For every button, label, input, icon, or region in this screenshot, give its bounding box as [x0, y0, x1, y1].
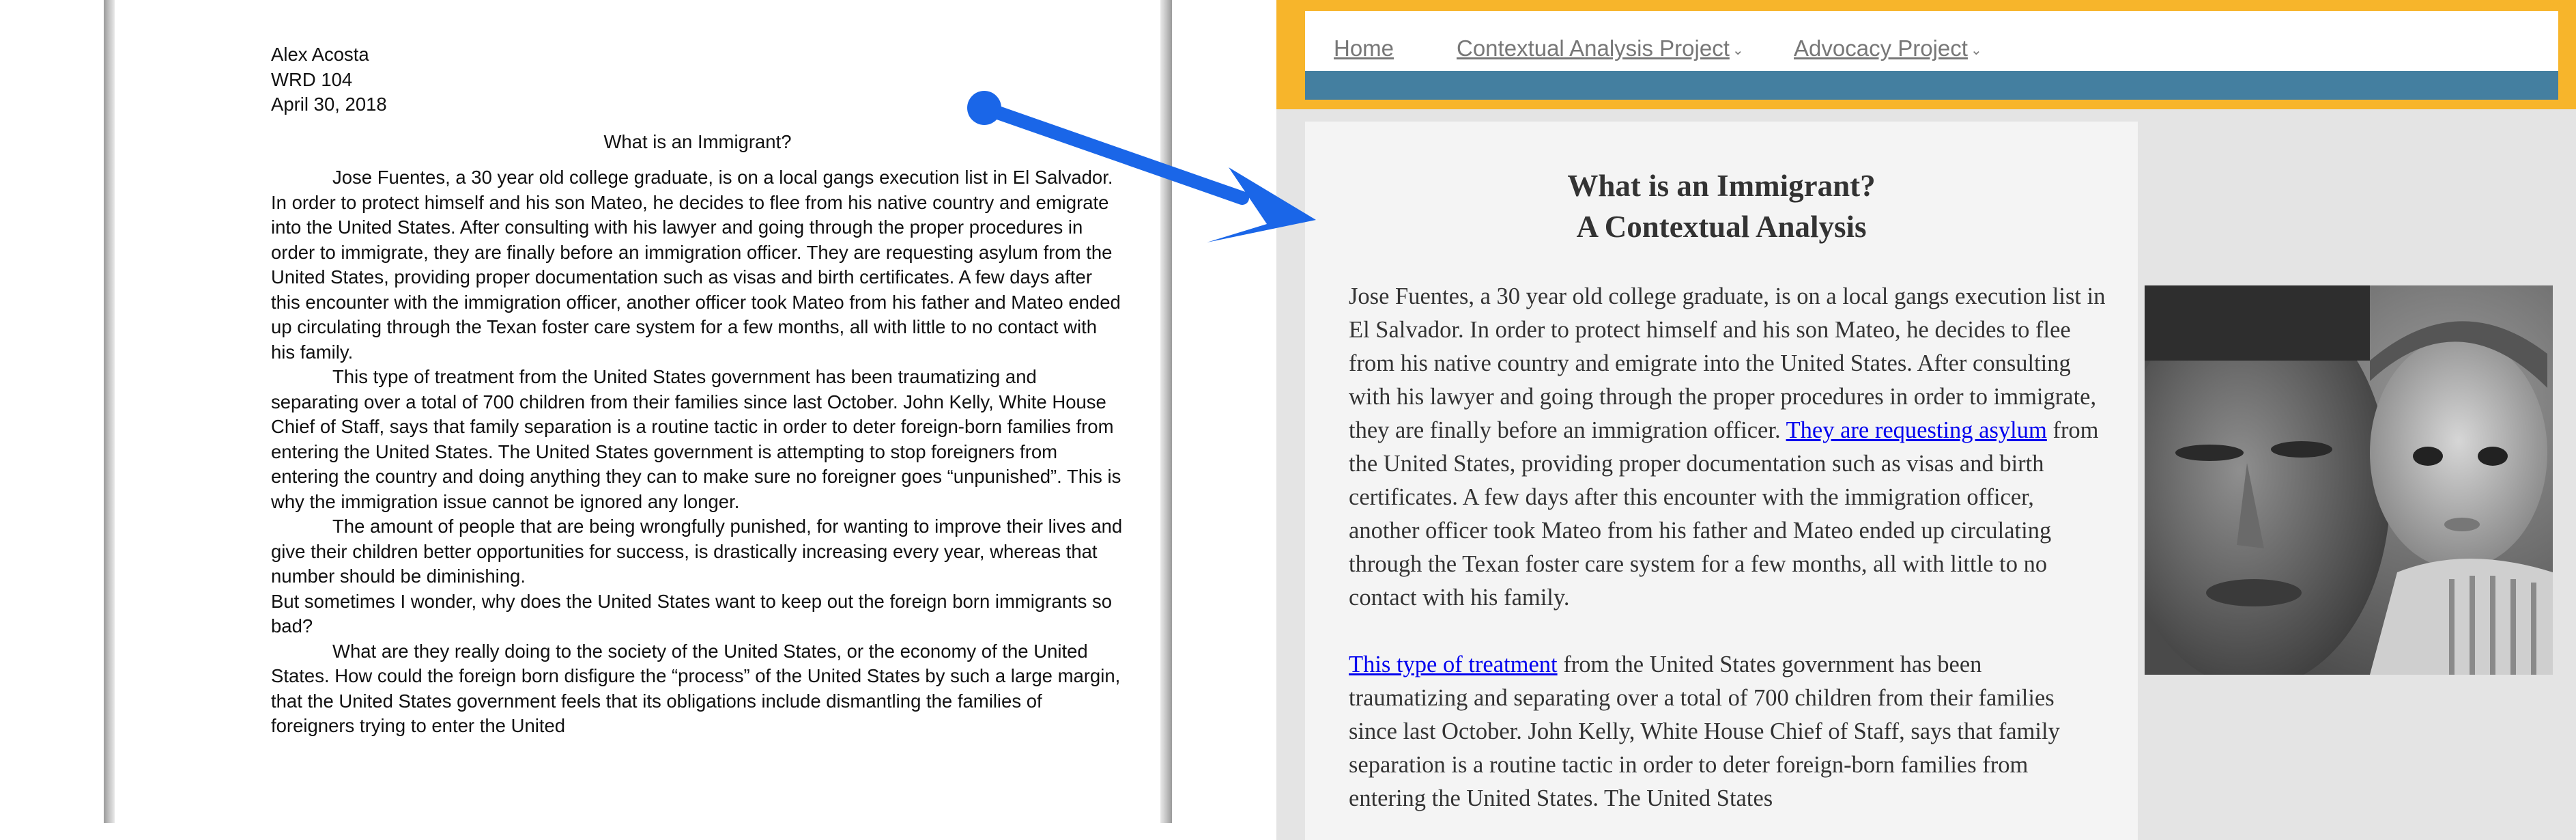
doc-paragraph-2: This type of treatment from the United S… — [271, 366, 1121, 512]
document-page[interactable]: Alex Acosta WRD 104 April 30, 2018 What … — [115, 0, 1160, 823]
title-line-2: A Contextual Analysis — [1576, 210, 1867, 244]
website-window: Home Contextual Analysis Project ⌄ Advoca… — [1276, 0, 2576, 840]
doc-course: WRD 104 — [271, 68, 353, 90]
nav-bar: Home Contextual Analysis Project ⌄ Advoca… — [1305, 11, 2558, 71]
chevron-down-icon: ⌄ — [1970, 42, 1982, 58]
chevron-down-icon: ⌄ — [1732, 42, 1744, 58]
father-and-son-photo — [2145, 285, 2553, 675]
nav-contextual-analysis-link[interactable]: Contextual Analysis Project ⌄ — [1457, 36, 1744, 61]
page-shadow-left — [104, 0, 115, 823]
nav-accent-bar — [1305, 71, 2558, 100]
doc-paragraph-5: What are they really doing to the societ… — [271, 640, 1121, 737]
doc-paragraph-1: Jose Fuentes, a 30 year old college grad… — [271, 167, 1121, 363]
treatment-link[interactable]: This type of treatment — [1349, 652, 1558, 677]
page-shadow-right — [1160, 0, 1172, 823]
nav-advocacy-label: Advocacy Project — [1794, 36, 1968, 61]
nav-contextual-label: Contextual Analysis Project — [1457, 36, 1730, 61]
doc-paragraph-4: But sometimes I wonder, why does the Uni… — [271, 590, 1113, 637]
nav-advocacy-project-link[interactable]: Advocacy Project ⌄ — [1794, 36, 1982, 61]
title-line-1: What is an Immigrant? — [1567, 169, 1876, 203]
nav-home-label: Home — [1334, 36, 1394, 61]
asylum-link[interactable]: They are requesting asylum — [1786, 417, 2047, 443]
doc-title: What is an Immigrant? — [603, 130, 792, 152]
page-title: What is an Immigrant? A Contextual Analy… — [1305, 165, 2138, 247]
p1-text-after: from the United States, providing proper… — [1349, 417, 2099, 611]
main-content: What is an Immigrant? A Contextual Analy… — [1305, 122, 2138, 840]
doc-author: Alex Acosta — [271, 44, 369, 65]
word-document-window: Alex Acosta WRD 104 April 30, 2018 What … — [0, 0, 1276, 840]
site-header: Home Contextual Analysis Project ⌄ Advoca… — [1276, 0, 2576, 109]
article-paragraph-1: Jose Fuentes, a 30 year old college grad… — [1349, 280, 2106, 615]
photo-image — [2145, 285, 2553, 675]
article-body: Jose Fuentes, a 30 year old college grad… — [1349, 280, 2106, 840]
doc-date: April 30, 2018 — [271, 94, 387, 115]
nav-home-link[interactable]: Home — [1334, 36, 1394, 61]
article-paragraph-2: This type of treatment from the United S… — [1349, 648, 2106, 815]
doc-paragraph-3: The amount of people that are being wron… — [271, 516, 1123, 587]
document-body[interactable]: Alex Acosta WRD 104 April 30, 2018 What … — [271, 42, 1124, 739]
